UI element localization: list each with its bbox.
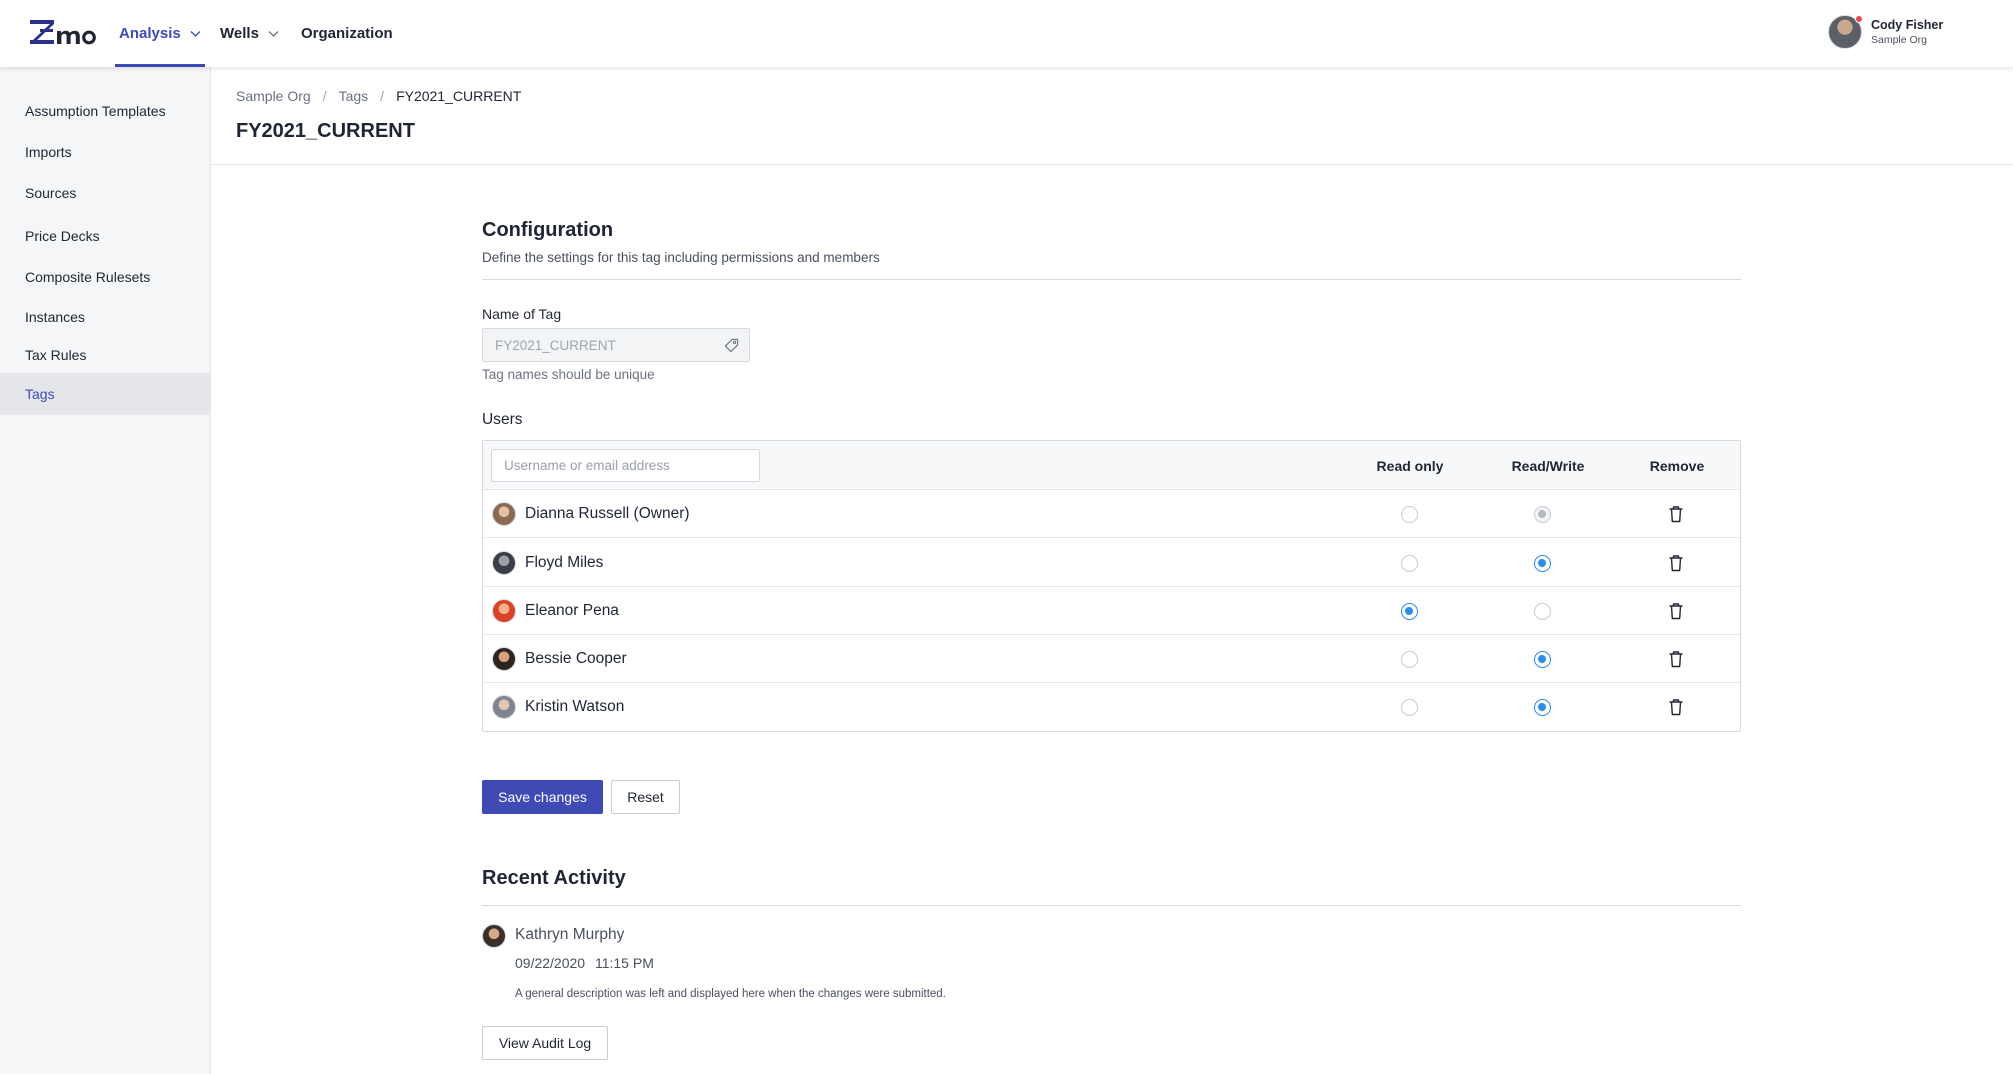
sidebar-item-label: Composite Rulesets (25, 269, 151, 285)
user-menu[interactable]: Cody Fisher Sample Org (1828, 15, 1943, 49)
user-name: Dianna Russell (Owner) (525, 505, 690, 522)
activity-description: A general description was left and displ… (515, 988, 946, 1000)
divider (482, 279, 1741, 280)
top-navigation-bar: Analysis Wells Organization Cody Fisher … (0, 0, 2013, 67)
sidebar-item-sources[interactable]: Sources (0, 172, 210, 214)
sidebar-item-label: Tax Rules (25, 347, 87, 363)
nav-wells[interactable]: Wells (220, 0, 279, 67)
user-name: Eleanor Pena (525, 602, 619, 619)
avatar (492, 647, 516, 671)
tag-name-hint: Tag names should be unique (482, 367, 655, 382)
table-row: Eleanor Pena (483, 587, 1740, 635)
sidebar-item-label: Instances (25, 309, 85, 325)
table-row: Dianna Russell (Owner) (483, 490, 1740, 538)
page-title: FY2021_CURRENT (236, 120, 415, 142)
avatar (492, 695, 516, 719)
avatar (492, 599, 516, 623)
sidebar-item-price-decks[interactable]: Price Decks (0, 215, 210, 257)
avatar (492, 551, 516, 575)
divider (482, 905, 1741, 906)
sidebar-item-label: Assumption Templates (25, 103, 166, 119)
sidebar-item-tags[interactable]: Tags (0, 373, 210, 415)
read-write-radio (1534, 506, 1551, 523)
tag-name-field[interactable] (482, 328, 750, 362)
divider (211, 164, 2013, 165)
sidebar-item-label: Price Decks (25, 228, 100, 244)
trash-icon[interactable] (1668, 602, 1684, 620)
nav-analysis-label: Analysis (119, 25, 181, 42)
read-write-radio[interactable] (1534, 651, 1551, 668)
breadcrumb-link-tags[interactable]: Tags (339, 88, 369, 104)
breadcrumb-link-org[interactable]: Sample Org (236, 88, 311, 104)
read-only-radio (1401, 506, 1418, 523)
sidebar-item-label: Sources (25, 185, 77, 201)
breadcrumb-separator: / (322, 88, 327, 104)
read-only-radio[interactable] (1401, 555, 1418, 572)
user-org: Sample Org (1871, 34, 1928, 46)
avatar (482, 924, 506, 948)
table-row: Kristin Watson (483, 683, 1740, 731)
users-table-header: Read only Read/Write Remove (483, 441, 1740, 490)
notification-dot (1855, 15, 1863, 23)
user-name: Kristin Watson (525, 698, 625, 715)
read-only-radio[interactable] (1401, 603, 1418, 620)
breadcrumb: Sample Org / Tags / FY2021_CURRENT (236, 87, 521, 105)
table-row: Floyd Miles (483, 539, 1740, 587)
activity-user-name: Kathryn Murphy (515, 926, 625, 943)
read-write-radio[interactable] (1534, 603, 1551, 620)
read-write-radio[interactable] (1534, 699, 1551, 716)
trash-icon[interactable] (1668, 554, 1684, 572)
avatar[interactable] (1828, 15, 1863, 49)
save-changes-button[interactable]: Save changes (482, 780, 603, 814)
user-name: Bessie Cooper (525, 650, 627, 667)
sidebar-item-label: Tags (25, 386, 55, 402)
trash-icon[interactable] (1668, 698, 1684, 716)
activity-timestamp: 09/22/2020 11:15 PM (515, 955, 654, 971)
recent-activity-title: Recent Activity (482, 867, 626, 889)
sidebar-item-assumption-templates[interactable]: Assumption Templates (0, 90, 210, 132)
reset-button[interactable]: Reset (611, 780, 680, 814)
user-name: Cody Fisher (1871, 18, 1944, 32)
users-table: Read only Read/Write Remove Dianna Russe… (482, 440, 1741, 732)
sidebar-item-instances[interactable]: Instances (0, 296, 210, 338)
users-label: Users (482, 411, 523, 428)
tag-name-input[interactable] (483, 329, 703, 361)
read-write-radio[interactable] (1534, 555, 1551, 572)
nav-organization-label: Organization (301, 25, 393, 42)
column-header-remove: Remove (1649, 457, 1705, 474)
user-search-input[interactable] (491, 449, 760, 482)
zemo-logo[interactable] (30, 18, 96, 48)
activity-time: 11:15 PM (594, 955, 654, 971)
user-name: Floyd Miles (525, 554, 604, 571)
sidebar-item-composite-rulesets[interactable]: Composite Rulesets (0, 256, 210, 298)
table-row: Bessie Cooper (483, 635, 1740, 683)
activity-date: 09/22/2020 (515, 955, 586, 971)
nav-wells-label: Wells (220, 25, 259, 42)
sidebar-item-tax-rules[interactable]: Tax Rules (0, 334, 210, 376)
configuration-title: Configuration (482, 219, 614, 241)
chevron-down-icon (268, 31, 279, 37)
read-only-radio[interactable] (1401, 651, 1418, 668)
sidebar: Assumption Templates Imports Sources Pri… (0, 67, 211, 1074)
trash-icon[interactable] (1668, 650, 1684, 668)
read-only-radio[interactable] (1401, 699, 1418, 716)
sidebar-item-label: Imports (25, 144, 72, 160)
column-header-read-write: Read/Write (1511, 457, 1585, 474)
trash-icon[interactable] (1668, 505, 1684, 523)
nav-organization[interactable]: Organization (301, 0, 393, 67)
configuration-subtitle: Define the settings for this tag includi… (482, 250, 880, 265)
avatar (492, 502, 516, 526)
view-audit-log-button[interactable]: View Audit Log (482, 1026, 608, 1060)
chevron-down-icon (190, 31, 201, 37)
breadcrumb-separator: / (380, 88, 385, 104)
column-header-read-only: Read only (1376, 457, 1444, 474)
sidebar-item-imports[interactable]: Imports (0, 131, 210, 173)
tag-name-label: Name of Tag (482, 306, 562, 322)
breadcrumb-current: FY2021_CURRENT (396, 88, 522, 104)
tag-icon (724, 338, 739, 353)
nav-analysis[interactable]: Analysis (115, 0, 205, 67)
